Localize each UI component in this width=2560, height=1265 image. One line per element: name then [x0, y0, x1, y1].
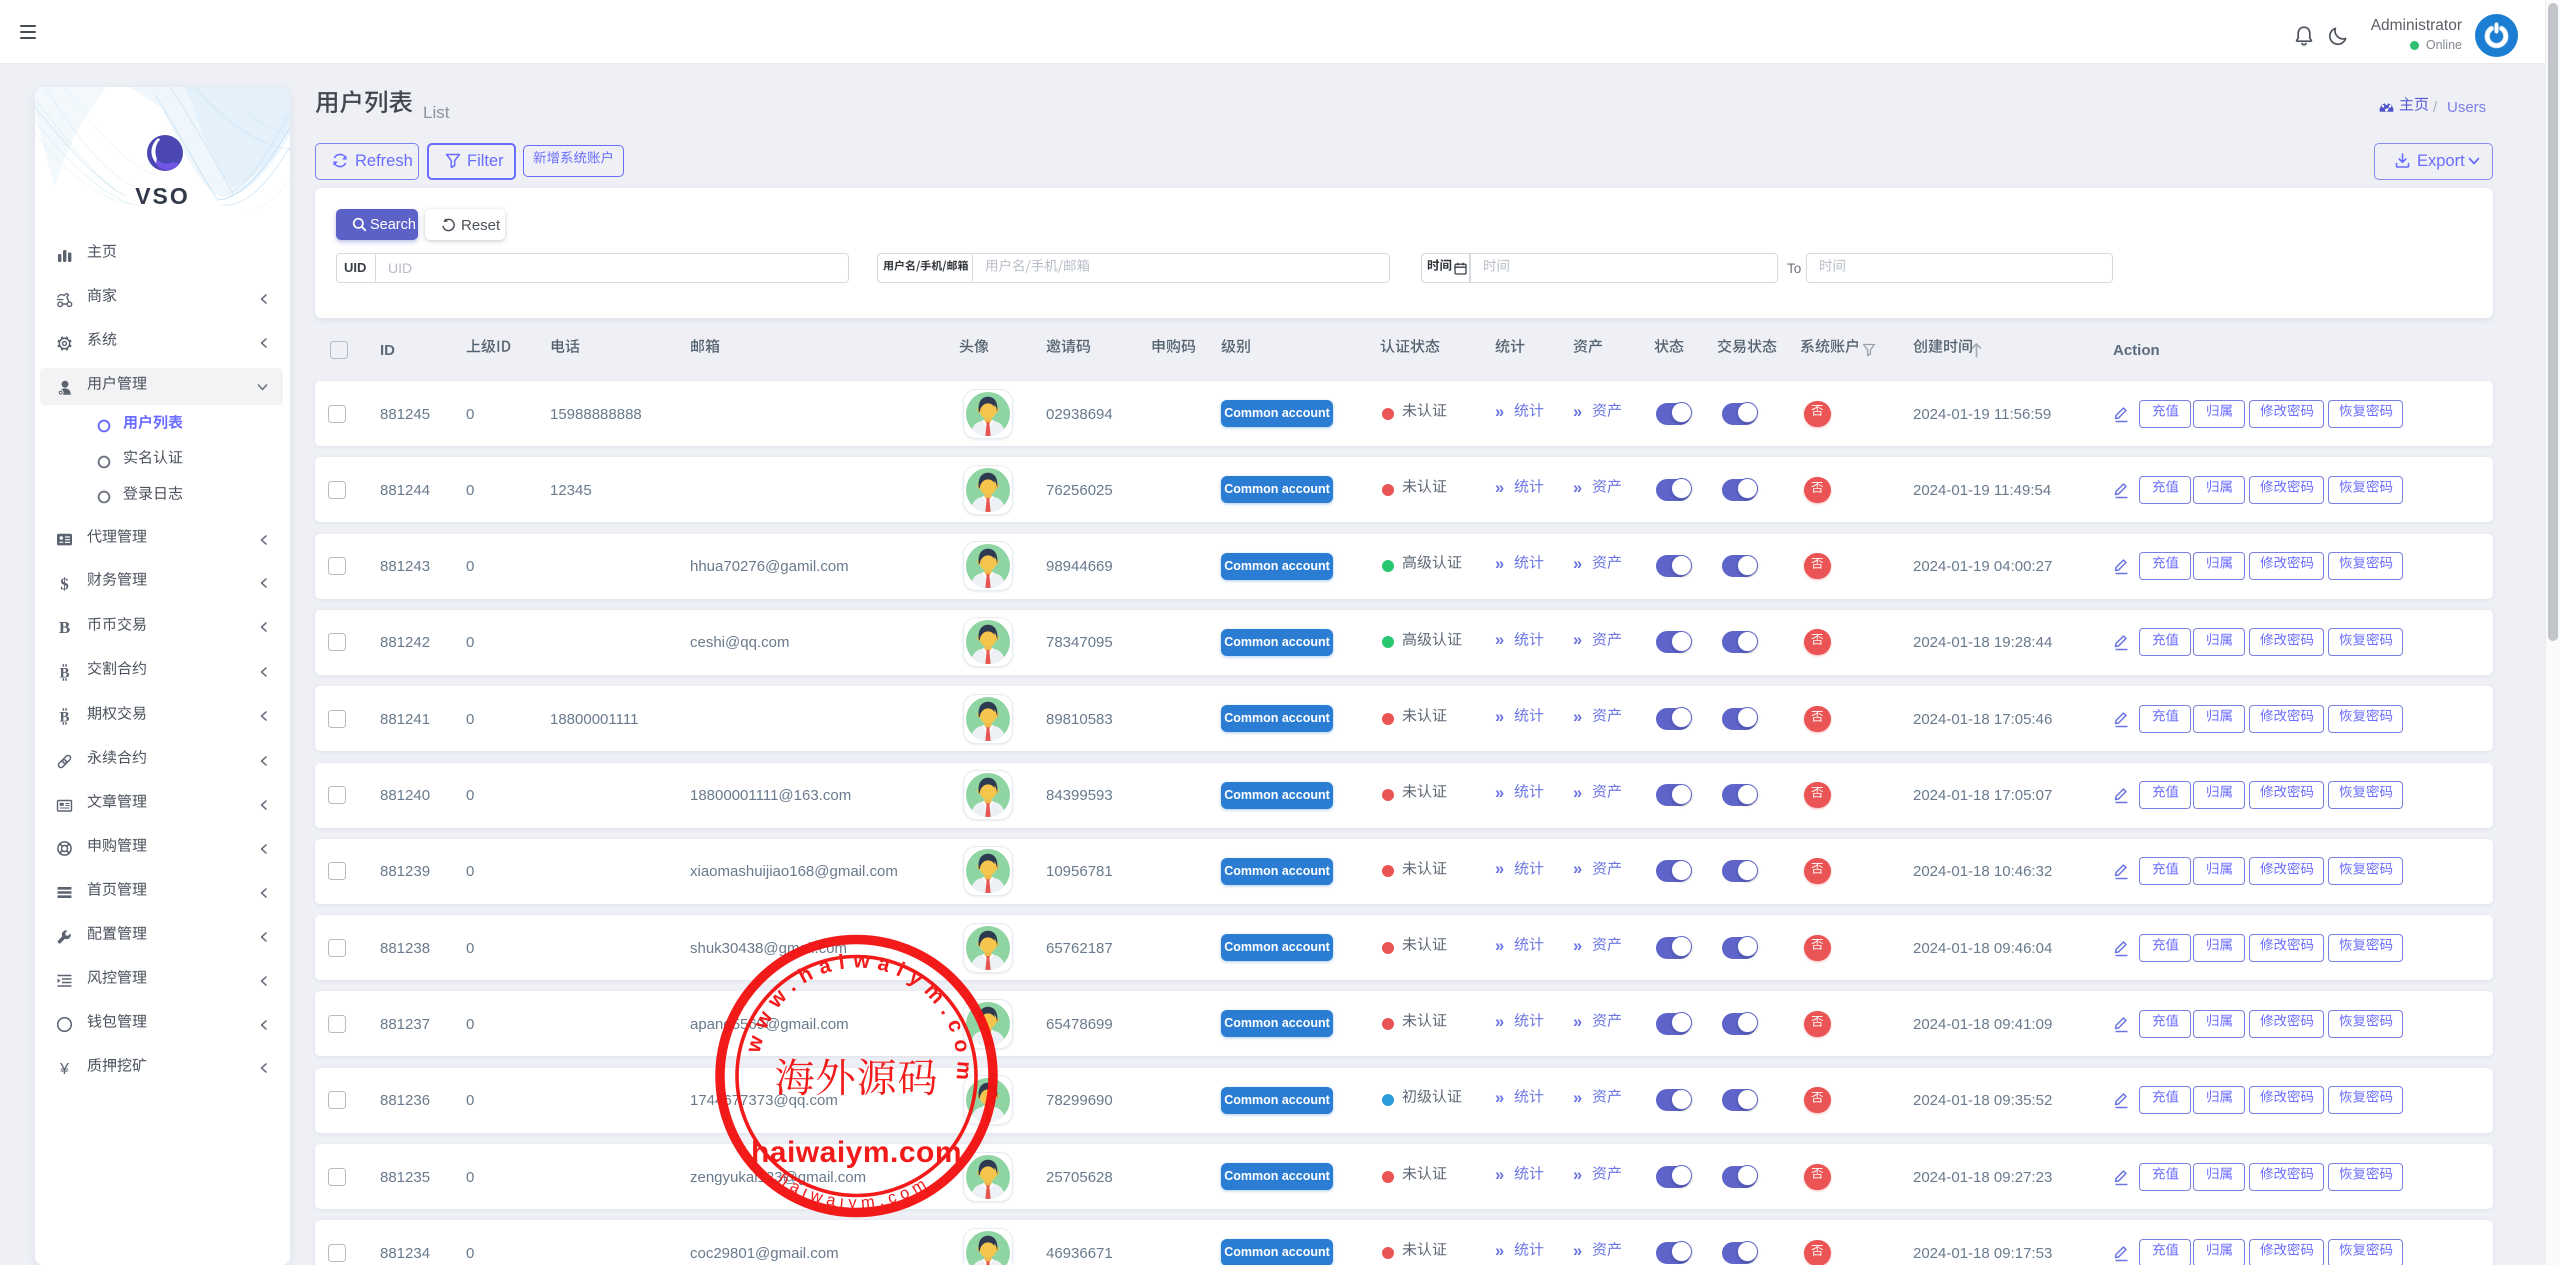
- svg-text:haiwaiym.com: haiwaiym.com: [751, 1136, 962, 1169]
